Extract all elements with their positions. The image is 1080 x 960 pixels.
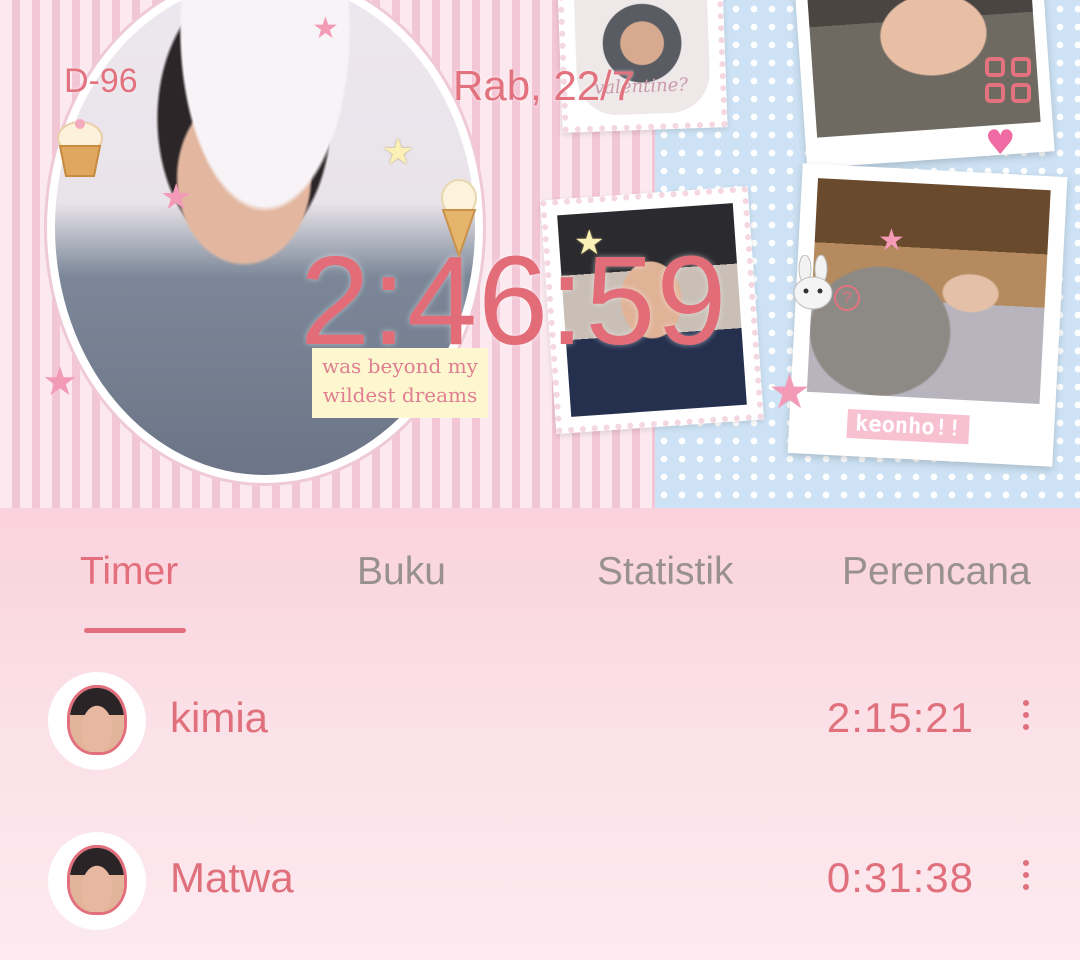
d-day-counter[interactable]: D-96 — [64, 62, 138, 101]
more-vertical-icon[interactable] — [1016, 700, 1036, 744]
avatar[interactable] — [48, 832, 146, 930]
tab-buku[interactable]: Buku — [357, 550, 446, 594]
grid-cell — [985, 83, 1005, 103]
avatar-face — [70, 688, 124, 752]
pink-star-icon: ★ — [42, 359, 78, 405]
total-study-time: 2:46:59 — [300, 230, 728, 371]
active-tab-indicator — [84, 628, 186, 633]
grid-cell — [1011, 83, 1031, 103]
subject-time: 0:31:38 — [826, 854, 974, 901]
yellow-star-icon: ★ — [382, 132, 415, 173]
grid-cell — [1011, 57, 1031, 77]
avatar-face — [70, 848, 124, 912]
hearts-icon: ♥ — [985, 123, 1016, 163]
current-date: Rab, 22/7 — [453, 62, 636, 109]
cupcake-icon — [54, 118, 106, 180]
subject-row[interactable]: kimia 2:15:21 — [0, 666, 1080, 776]
grid-menu-icon[interactable] — [985, 57, 1033, 105]
grid-cell — [985, 57, 1005, 77]
subject-time: 2:15:21 — [826, 694, 974, 741]
subject-name: kimia — [170, 694, 269, 741]
tab-bar: Timer Buku Statistik Perencana — [0, 508, 1080, 638]
pink-star-icon: ★ — [160, 177, 193, 218]
polaroid-photo-right: keonho!! — [787, 163, 1068, 467]
pink-star-icon: ★ — [312, 11, 339, 46]
tab-timer[interactable]: Timer — [80, 550, 178, 594]
tab-perencana[interactable]: Perencana — [842, 550, 1031, 594]
avatar[interactable] — [48, 672, 146, 770]
pink-star-icon: ★ — [768, 364, 812, 420]
tab-statistik[interactable]: Statistik — [597, 550, 734, 594]
pink-star-icon: ★ — [878, 223, 905, 258]
more-vertical-icon[interactable] — [1016, 860, 1036, 904]
polaroid-label: keonho!! — [846, 408, 970, 445]
bunny-icon — [790, 254, 836, 311]
main-content: Timer Buku Statistik Perencana kimia 2:1… — [0, 508, 1080, 960]
subject-name: Matwa — [170, 854, 294, 901]
subject-row[interactable]: Matwa 0:31:38 — [0, 826, 1080, 936]
help-icon[interactable]: ? — [834, 285, 860, 311]
